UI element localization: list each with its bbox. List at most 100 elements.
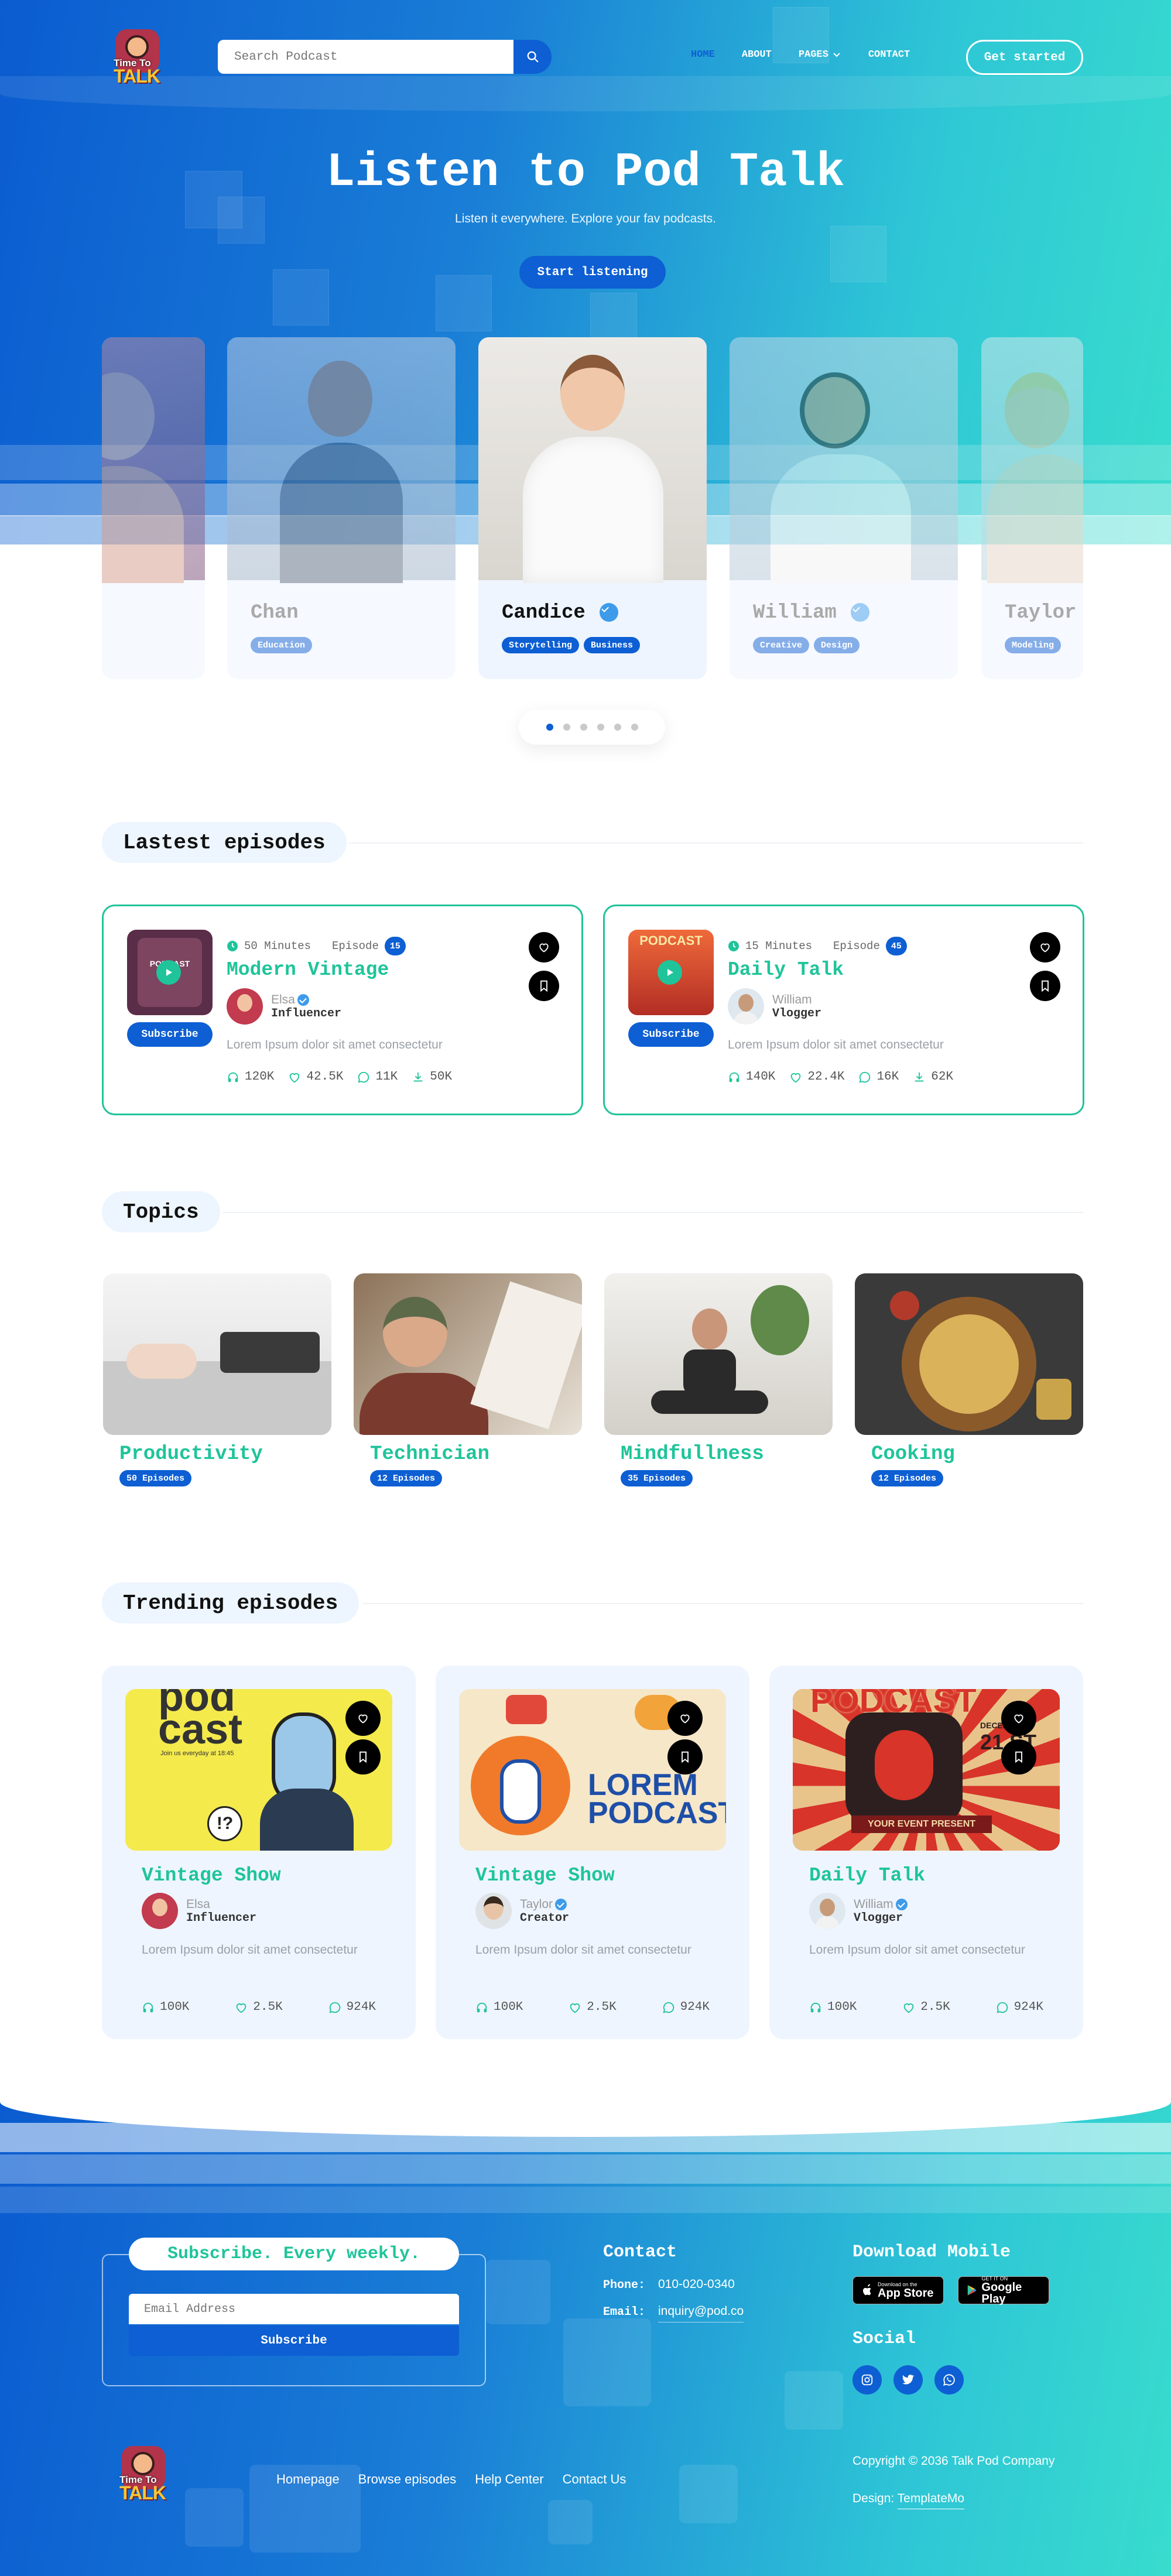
person-body bbox=[359, 1373, 488, 1435]
profile-tag[interactable]: Modeling bbox=[1005, 637, 1062, 653]
play-button[interactable] bbox=[658, 960, 682, 985]
comment-icon bbox=[329, 2002, 340, 2013]
bookmark-button[interactable] bbox=[1030, 971, 1060, 1001]
profile-card-taylor[interactable]: Taylor Modeling bbox=[981, 337, 1083, 679]
likes-stat[interactable]: 2.5K bbox=[569, 2000, 617, 2014]
avatar-body bbox=[815, 1916, 840, 1929]
listens-count: 140K bbox=[746, 1070, 776, 1084]
bookmark-button[interactable] bbox=[1001, 1739, 1036, 1775]
whatsapp-button[interactable] bbox=[934, 2365, 964, 2395]
episode-title[interactable]: Modern Vintage bbox=[227, 959, 389, 981]
subscribe-submit-button[interactable]: Subscribe bbox=[129, 2325, 459, 2356]
nav-pages[interactable]: PAGES bbox=[799, 49, 841, 60]
carousel-dot[interactable] bbox=[580, 724, 587, 731]
topic-card[interactable]: Technician 12 Episodes bbox=[354, 1273, 582, 1486]
like-button[interactable] bbox=[1001, 1701, 1036, 1736]
downloads-stat[interactable]: 50K bbox=[412, 1070, 452, 1084]
episode-stats: 140K 22.4K 16K 62K bbox=[728, 1070, 953, 1084]
trending-card: PODCAST DECEMBER 21 ST YOUR EVENT PRESEN… bbox=[769, 1666, 1083, 2039]
email-link[interactable]: inquiry@pod.co bbox=[658, 2304, 744, 2322]
carousel-dots bbox=[519, 710, 665, 745]
comments-stat[interactable]: 924K bbox=[662, 2000, 710, 2014]
topic-card[interactable]: Cooking 12 Episodes bbox=[855, 1273, 1083, 1486]
search-input[interactable] bbox=[218, 40, 513, 74]
person-head bbox=[692, 1308, 727, 1349]
bookmark-button[interactable] bbox=[667, 1739, 703, 1775]
footer-link-contact[interactable]: Contact Us bbox=[563, 2472, 626, 2487]
nav-about[interactable]: ABOUT bbox=[742, 49, 772, 60]
carousel-dot[interactable] bbox=[614, 724, 621, 731]
episode-cover[interactable]: PODCAST bbox=[628, 930, 714, 1015]
profile-tag[interactable]: Business bbox=[584, 637, 641, 653]
profile-card-chan[interactable]: Chan Education bbox=[227, 337, 456, 679]
author-role: Creator bbox=[520, 1911, 570, 1925]
like-button[interactable] bbox=[667, 1701, 703, 1736]
profile-tag[interactable]: Storytelling bbox=[502, 637, 580, 653]
play-button[interactable] bbox=[156, 960, 181, 985]
like-button[interactable] bbox=[529, 932, 559, 962]
profile-card-william[interactable]: William Creative Design bbox=[730, 337, 958, 679]
profile-tags: Creative Design bbox=[753, 637, 860, 653]
twitter-button[interactable] bbox=[893, 2365, 923, 2395]
carousel-dot[interactable] bbox=[546, 724, 553, 731]
likes-stat[interactable]: 22.4K bbox=[789, 1070, 844, 1084]
likes-count: 22.4K bbox=[807, 1070, 845, 1084]
carousel-dot[interactable] bbox=[597, 724, 604, 731]
profile-card-candice[interactable]: Candice Storytelling Business bbox=[478, 337, 707, 679]
trending-author[interactable]: Elsa Influencer bbox=[142, 1893, 256, 1929]
carousel-dot[interactable] bbox=[563, 724, 570, 731]
phone-value[interactable]: 010-020-0340 bbox=[658, 2277, 735, 2295]
likes-count: 42.5K bbox=[306, 1070, 344, 1084]
bookmark-icon bbox=[682, 1751, 689, 1763]
episode-title[interactable]: Daily Talk bbox=[728, 959, 844, 981]
footer-link-homepage[interactable]: Homepage bbox=[276, 2472, 340, 2487]
footer-logo[interactable]: Time To TALK bbox=[117, 2444, 170, 2503]
trending-author[interactable]: Taylor Creator bbox=[475, 1893, 569, 1929]
get-started-button[interactable]: Get started bbox=[966, 40, 1083, 75]
nav-home[interactable]: HOME bbox=[691, 49, 715, 60]
comments-stat[interactable]: 924K bbox=[996, 2000, 1043, 2014]
google-play-text: GET IT ON Google Play bbox=[981, 2276, 1040, 2305]
profile-tag[interactable]: Creative bbox=[753, 637, 810, 653]
footer-link-help[interactable]: Help Center bbox=[475, 2472, 543, 2487]
comments-stat[interactable]: 16K bbox=[858, 1070, 899, 1084]
likes-stat[interactable]: 2.5K bbox=[902, 2000, 950, 2014]
google-play-badge[interactable]: GET IT ON Google Play bbox=[958, 2276, 1049, 2305]
likes-stat[interactable]: 2.5K bbox=[235, 2000, 283, 2014]
logo[interactable]: Time To TALK bbox=[111, 27, 164, 87]
trending-title[interactable]: Daily Talk bbox=[809, 1865, 925, 1886]
comments-stat[interactable]: 11K bbox=[357, 1070, 398, 1084]
like-button[interactable] bbox=[345, 1701, 381, 1736]
search-button[interactable] bbox=[513, 40, 552, 74]
instagram-button[interactable] bbox=[852, 2365, 882, 2395]
design-link[interactable]: TemplateMo bbox=[897, 2492, 965, 2509]
trending-author[interactable]: William Vlogger bbox=[809, 1893, 908, 1929]
nav-contact[interactable]: CONTACT bbox=[868, 49, 910, 60]
like-button[interactable] bbox=[1030, 932, 1060, 962]
profile-card-partial[interactable] bbox=[102, 337, 205, 679]
episode-cover[interactable]: PODCAST bbox=[127, 930, 213, 1015]
topic-card[interactable]: Productivity 50 Episodes bbox=[103, 1273, 331, 1486]
art-line3: Join us everyday at 18:45 bbox=[160, 1750, 234, 1757]
footer-link-browse[interactable]: Browse episodes bbox=[358, 2472, 457, 2487]
episode-author[interactable]: Elsa Influencer bbox=[227, 988, 341, 1025]
play-icon bbox=[166, 969, 172, 976]
topic-card[interactable]: Mindfullness 35 Episodes bbox=[604, 1273, 833, 1486]
email-field[interactable] bbox=[129, 2294, 459, 2324]
downloads-stat[interactable]: 62K bbox=[913, 1070, 953, 1084]
subscribe-button[interactable]: Subscribe bbox=[127, 1022, 213, 1047]
trending-title[interactable]: Vintage Show bbox=[142, 1865, 281, 1886]
likes-stat[interactable]: 42.5K bbox=[288, 1070, 343, 1084]
comments-stat[interactable]: 924K bbox=[328, 2000, 376, 2014]
profile-tag[interactable]: Education bbox=[251, 637, 313, 653]
profile-tag[interactable]: Design bbox=[814, 637, 860, 653]
author-role: Vlogger bbox=[772, 1006, 822, 1020]
trending-title[interactable]: Vintage Show bbox=[475, 1865, 615, 1886]
bookmark-button[interactable] bbox=[345, 1739, 381, 1775]
subscribe-button[interactable]: Subscribe bbox=[628, 1022, 714, 1047]
episode-author[interactable]: William Vlogger bbox=[728, 988, 821, 1025]
carousel-dot[interactable] bbox=[631, 724, 638, 731]
app-store-badge[interactable]: Download on the App Store bbox=[852, 2276, 944, 2304]
start-listening-button[interactable]: Start listening bbox=[519, 256, 666, 289]
bookmark-button[interactable] bbox=[529, 971, 559, 1001]
